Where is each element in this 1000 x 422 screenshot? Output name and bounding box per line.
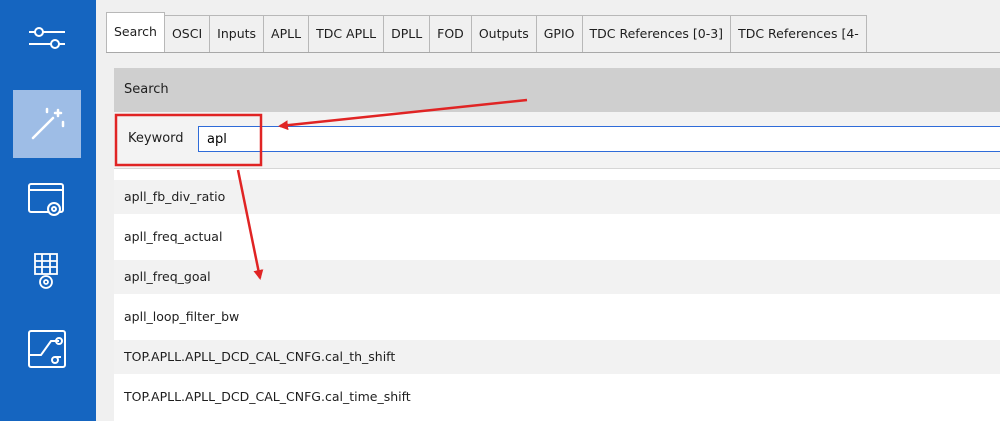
tab-osci[interactable]: OSCI (163, 15, 211, 52)
nav-register-grid[interactable] (13, 238, 81, 306)
tab-tdc-apll[interactable]: TDC APLL (308, 15, 385, 52)
nav-window-config[interactable] (13, 166, 81, 234)
sliders-icon (29, 27, 65, 49)
tab-dpll[interactable]: DPLL (383, 15, 431, 52)
tab-tdc-references-4[interactable]: TDC References [4- (730, 15, 867, 52)
tab-inputs[interactable]: Inputs (209, 15, 265, 52)
nav-wizard[interactable] (13, 90, 81, 158)
search-panel: Search Keyword apll_fb_div_ratio apll_fre… (114, 68, 1000, 422)
tab-fod[interactable]: FOD (429, 15, 472, 52)
window-gear-icon (28, 183, 64, 216)
magic-wand-icon (31, 107, 65, 140)
result-row[interactable]: TOP.APLL.APLL_DCD_CAL_CNFG.cal_time_shif… (114, 380, 1000, 414)
tab-bar: Search OSCI Inputs APLL TDC APLL DPLL FOD Outpu… (106, 12, 1000, 53)
result-row[interactable]: apll_freq_actual (114, 220, 1000, 254)
result-row[interactable]: apll_freq_goal (114, 260, 1000, 294)
tab-outputs[interactable]: Outputs (470, 15, 537, 52)
circuit-icon (28, 330, 66, 368)
results-list: apll_fb_div_ratio apll_freq_actual apll_fr… (114, 180, 1000, 420)
keyword-input[interactable] (198, 126, 1000, 152)
result-row[interactable]: TOP.APLL.APLL_DCD_CAL_CNFG.cal_th_shift (114, 340, 1000, 374)
result-row[interactable]: apll_fb_div_ratio (114, 180, 1000, 214)
keyword-label: Keyword (128, 131, 184, 146)
keyword-row: Keyword (114, 112, 1000, 169)
tab-tdc-references-0-3[interactable]: TDC References [0-3] (581, 15, 732, 52)
search-panel-header: Search (114, 68, 1000, 112)
main-content: Search OSCI Inputs APLL TDC APLL DPLL FOD Outpu… (96, 0, 1000, 422)
tab-gpio[interactable]: GPIO (535, 15, 583, 52)
grid-gear-icon (34, 253, 58, 289)
result-row[interactable]: apll_loop_filter_bw (114, 300, 1000, 334)
nav-circuit[interactable] (13, 315, 81, 383)
sidebar (0, 0, 96, 421)
tab-search[interactable]: Search (106, 12, 165, 52)
nav-settings-sliders[interactable] (13, 4, 81, 72)
tab-apll[interactable]: APLL (263, 15, 310, 52)
